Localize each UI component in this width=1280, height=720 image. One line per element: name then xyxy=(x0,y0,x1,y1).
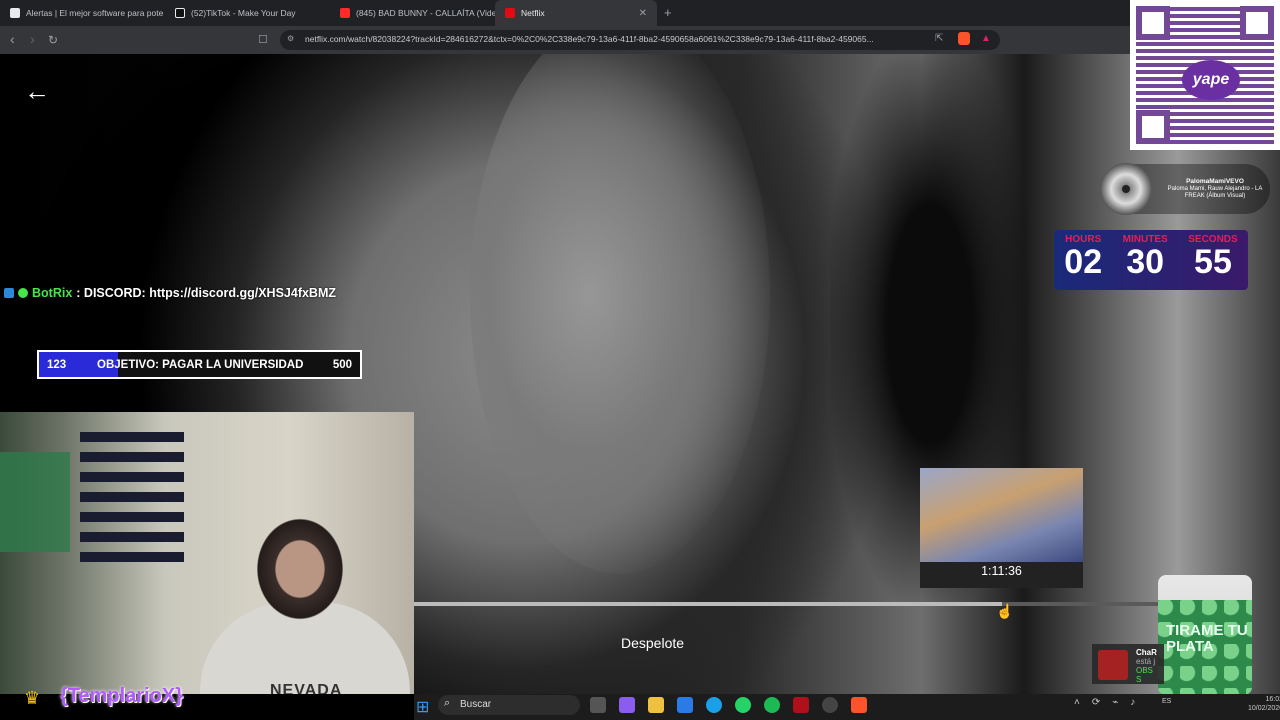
webcam-blinds xyxy=(80,432,184,442)
back-arrow-icon[interactable]: ← xyxy=(24,76,50,107)
store-icon[interactable] xyxy=(677,697,693,713)
obs-icon[interactable] xyxy=(822,697,838,713)
url-text: netflix.com/watch/82038224?trackId=28461… xyxy=(305,34,874,44)
verified-badge-icon xyxy=(18,288,28,298)
timer-minutes: MINUTES 30 xyxy=(1123,234,1168,290)
network-icon[interactable]: ⌁ xyxy=(1112,697,1118,708)
tab-tiktok[interactable]: (52)TikTok - Make Your Day xyxy=(165,0,330,26)
donation-goal-bar: 123 OBJETIVO: PAGAR LA UNIVERSIDAD 500 xyxy=(37,350,362,379)
now-playing-text: PalomaMamiVEVO Paloma Mami, Rauw Alejand… xyxy=(1160,178,1270,200)
shirt-print: NEVADA xyxy=(270,682,343,694)
back-nav-icon[interactable]: ‹ xyxy=(10,31,15,47)
alertas-icon xyxy=(10,8,20,18)
now-playing-track: Paloma Mami, Rauw Alejandro - LA FREAK (… xyxy=(1167,185,1263,199)
yape-logo: yape xyxy=(1182,60,1240,100)
preview-timestamp: 1:11:36 xyxy=(981,564,1022,578)
whatsapp-icon[interactable] xyxy=(735,697,751,713)
netflix-app-icon[interactable] xyxy=(793,697,809,713)
clock-date: 10/02/2026 xyxy=(1248,705,1280,713)
goal-target: 500 xyxy=(332,358,352,371)
brave-icon[interactable] xyxy=(851,697,867,713)
clock-time: 16:02 xyxy=(1265,696,1280,703)
system-tray: ˄ ⟳ ⌁ ♪ xyxy=(1074,697,1135,708)
toast-notification[interactable]: ChaR está j OBS S xyxy=(1092,644,1164,684)
chevron-up-icon[interactable]: ˄ xyxy=(1074,697,1080,708)
file-explorer-icon[interactable] xyxy=(648,697,664,713)
countdown-timer: HOURS 02 MINUTES 30 SECONDS 55 xyxy=(1054,230,1248,290)
timer-minutes-value: 30 xyxy=(1126,243,1165,281)
clock[interactable]: 16:02 10/02/2026 xyxy=(1248,695,1280,713)
brave-rewards-icon[interactable]: ▲ xyxy=(981,33,991,44)
webcam-blinds xyxy=(80,532,184,542)
tab-label: (52)TikTok - Make Your Day xyxy=(191,8,296,18)
language-indicator[interactable]: ES xyxy=(1162,697,1171,706)
timer-seconds: SECONDS 55 xyxy=(1188,234,1237,290)
chat-message: BotRix : DISCORD: https://discord.gg/XHS… xyxy=(4,286,336,300)
tab-youtube[interactable]: (845) BAD BUNNY - CALLAÍTA (Video xyxy=(330,0,495,26)
youtube-icon xyxy=(340,8,350,18)
chat-text: : DISCORD: https://discord.gg/XHSJ4fxBMZ xyxy=(76,286,337,300)
share-icon[interactable]: ⇱ xyxy=(935,33,943,44)
tiktok-icon xyxy=(175,8,185,18)
webcam-blinds xyxy=(80,552,184,562)
webcam-blinds xyxy=(80,512,184,522)
site-info-icon[interactable]: ⚙ xyxy=(287,34,294,43)
microphone-icon[interactable]: ♪ xyxy=(1130,697,1135,708)
bot-badge-icon xyxy=(4,288,14,298)
now-playing-artist: PalomaMamiVEVO xyxy=(1186,177,1244,185)
tab-label: Alertas | El mejor software para pote xyxy=(26,8,164,18)
qr-corner xyxy=(1136,110,1170,144)
preview-thumbnail xyxy=(920,468,1083,562)
webcam-person xyxy=(235,494,365,694)
progress-fill xyxy=(414,602,1002,606)
webcam-blinds xyxy=(80,452,184,462)
tab-netflix[interactable]: Netflix ✕ xyxy=(495,0,657,26)
webcam-blinds xyxy=(80,492,184,502)
new-tab-button[interactable]: + xyxy=(664,5,672,20)
netflix-icon xyxy=(505,8,515,18)
reload-icon[interactable]: ↻ xyxy=(48,33,58,47)
sync-icon[interactable]: ⟳ xyxy=(1092,697,1100,708)
qr-corner xyxy=(1240,6,1274,40)
notification-title: ChaR xyxy=(1136,648,1157,657)
episode-title: Despelote xyxy=(621,635,685,651)
tab-label: (845) BAD BUNNY - CALLAÍTA (Video xyxy=(356,8,495,18)
scrub-preview: 1:11:36 xyxy=(920,468,1083,588)
webcam-blinds xyxy=(80,472,184,482)
donation-cup: TIRAME TU PLATA xyxy=(1158,575,1252,695)
taskbar-search-box[interactable]: Buscar xyxy=(438,695,580,715)
streamer-name: {TemplarioX} xyxy=(60,685,183,707)
chat-username: BotRix xyxy=(32,286,73,300)
crown-icon: ♛ xyxy=(24,688,41,708)
timer-hours: HOURS 02 xyxy=(1064,234,1102,290)
webcam-background-object xyxy=(0,452,70,552)
webcam-feed: NEVADA xyxy=(0,412,414,694)
goal-current: 123 xyxy=(47,358,67,371)
copilot-icon[interactable] xyxy=(619,697,635,713)
tab-label: Netflix xyxy=(521,8,545,18)
edge-icon[interactable] xyxy=(706,697,722,713)
windows-start-icon[interactable]: ⊞ xyxy=(416,697,429,717)
brave-shield-icon[interactable] xyxy=(958,32,970,45)
goal-label: OBJETIVO: PAGAR LA UNIVERSIDAD xyxy=(97,358,304,371)
notification-avatar xyxy=(1098,650,1128,680)
now-playing-widget: PalomaMamiVEVO Paloma Mami, Rauw Alejand… xyxy=(1100,163,1270,215)
bookmark-icon[interactable]: ☐ xyxy=(258,33,268,46)
timer-seconds-value: 55 xyxy=(1194,243,1232,281)
cup-text: TIRAME TU PLATA xyxy=(1166,622,1248,655)
notification-line: OBS S xyxy=(1136,666,1153,684)
search-icon: ⌕ xyxy=(444,697,451,709)
progress-bar[interactable] xyxy=(414,602,1158,606)
close-icon[interactable]: ✕ xyxy=(639,8,647,19)
spotify-icon[interactable] xyxy=(764,697,780,713)
tab-alertas[interactable]: Alertas | El mejor software para pote xyxy=(0,0,165,26)
task-view-icon[interactable] xyxy=(590,697,606,713)
hand-cursor-icon: ☝ xyxy=(996,603,1014,619)
forward-nav-icon[interactable]: › xyxy=(30,31,35,47)
notification-line: está j xyxy=(1136,657,1156,666)
timer-hours-value: 02 xyxy=(1064,243,1103,281)
vinyl-disc-icon xyxy=(1100,163,1152,215)
qr-corner xyxy=(1136,6,1170,40)
